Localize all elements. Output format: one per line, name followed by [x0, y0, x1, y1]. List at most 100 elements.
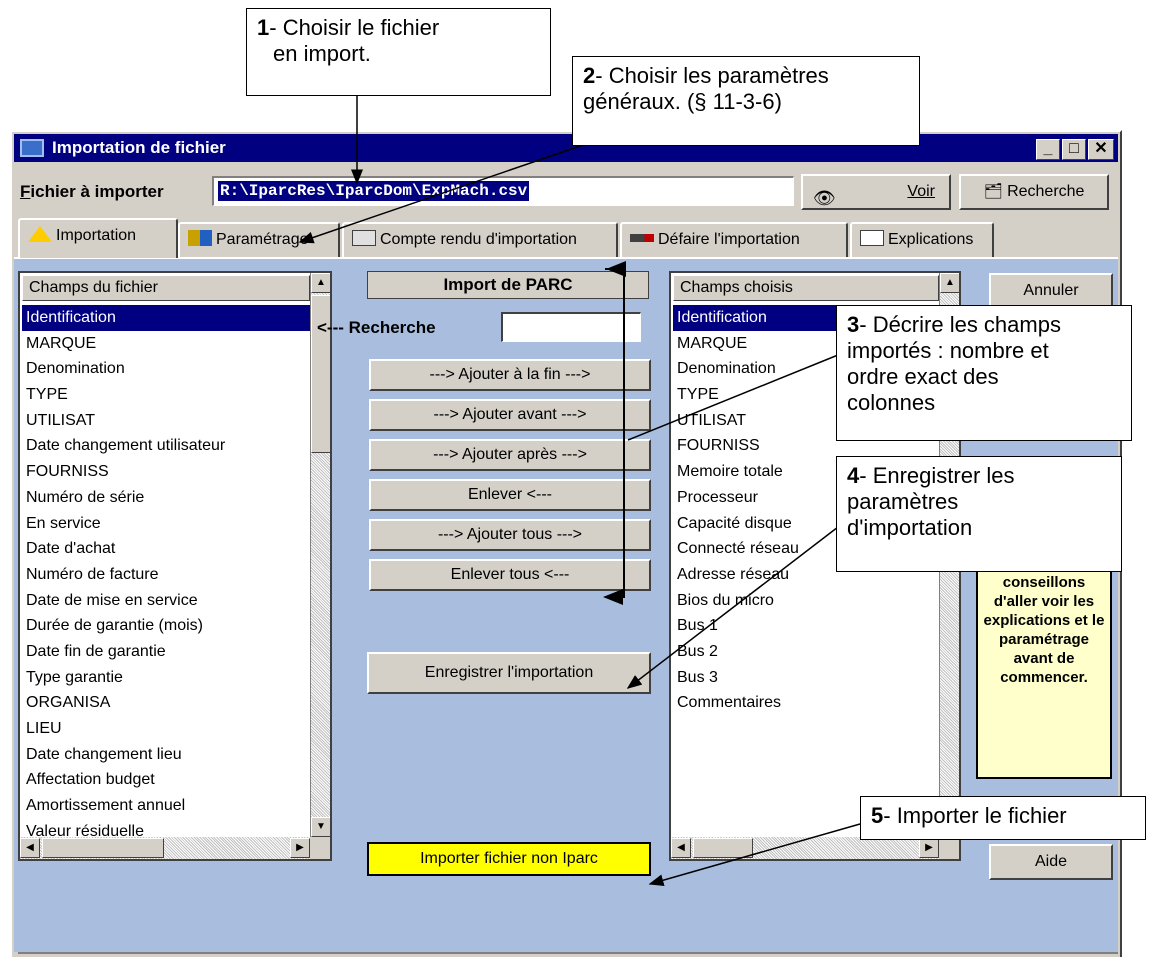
file-path-field[interactable]: R:\IparcRes\IparcDom\ExpMach.csv: [212, 176, 794, 206]
advice-note: Nous vous conseillons d'aller voir les e…: [976, 559, 1112, 779]
left-item[interactable]: TYPE: [22, 382, 310, 408]
scroll-down-arrow-icon[interactable]: ▼: [311, 817, 330, 837]
aide-button[interactable]: Aide: [989, 844, 1113, 880]
recherche-label: Recherche: [1007, 183, 1085, 200]
callout-4-number: 4: [847, 463, 860, 488]
ajouter-apres-button[interactable]: ---> Ajouter après --->: [369, 439, 651, 471]
scroll-corner: [310, 837, 330, 859]
enlever-button[interactable]: Enlever <---: [369, 479, 651, 511]
left-item[interactable]: Denomination: [22, 356, 310, 382]
tab-defaire[interactable]: Défaire l'importation: [620, 222, 848, 258]
left-item[interactable]: Durée de garantie (mois): [22, 613, 310, 639]
left-item[interactable]: Date de mise en service: [22, 588, 310, 614]
import-icon: [28, 226, 52, 242]
left-item[interactable]: MARQUE: [22, 331, 310, 357]
callout-4: 4- Enregistrer les paramètres d'importat…: [836, 456, 1122, 572]
scroll-left-arrow-icon[interactable]: ◀: [671, 838, 691, 858]
left-item[interactable]: ORGANISA: [22, 690, 310, 716]
report-icon: [352, 230, 376, 246]
scroll-right-arrow-icon[interactable]: ▶: [290, 838, 310, 858]
file-label: Fichier à importer: [20, 182, 164, 201]
scroll-corner: [939, 837, 959, 859]
tab-explications[interactable]: Explications: [850, 222, 994, 258]
left-item[interactable]: FOURNISS: [22, 459, 310, 485]
title-bar: Importation de fichier _ □ ✕: [14, 134, 1118, 162]
left-item[interactable]: Date changement utilisateur: [22, 433, 310, 459]
left-item[interactable]: Type garantie: [22, 665, 310, 691]
ajouter-tous-button[interactable]: ---> Ajouter tous --->: [369, 519, 651, 551]
importer-fichier-button[interactable]: Importer fichier non Iparc: [367, 842, 651, 876]
left-item[interactable]: Affectation budget: [22, 767, 310, 793]
right-horizontal-scrollbar[interactable]: ◀ ▶: [671, 837, 939, 859]
left-item[interactable]: Numéro de série: [22, 485, 310, 511]
tab-compte-rendu[interactable]: Compte rendu d'importation: [342, 222, 618, 258]
callout-2-text2: généraux. (§ 11-3-6): [583, 89, 782, 114]
scroll-right-arrow-icon[interactable]: ▶: [919, 838, 939, 858]
status-bar: [18, 952, 1118, 957]
voir-label: Voir: [907, 183, 935, 200]
recherche-button[interactable]: 🗂 Recherche: [959, 174, 1109, 210]
callout-2-number: 2: [583, 63, 596, 88]
recherche-input[interactable]: [501, 312, 641, 342]
enlever-tous-button[interactable]: Enlever tous <---: [369, 559, 651, 591]
callout-5: 5- Importer le fichier: [860, 796, 1146, 840]
left-vertical-scrollbar[interactable]: ▲ ▼: [310, 273, 330, 837]
callout-3-text2: importés : nombre et: [847, 338, 1049, 363]
left-item[interactable]: Numéro de facture: [22, 562, 310, 588]
ajouter-avant-button[interactable]: ---> Ajouter avant --->: [369, 399, 651, 431]
left-item[interactable]: En service: [22, 511, 310, 537]
callout-5-text: - Importer le fichier: [883, 803, 1067, 828]
left-item[interactable]: Amortissement annuel: [22, 793, 310, 819]
tab-importation[interactable]: Importation: [18, 218, 178, 258]
callout-1-text: - Choisir le fichier: [269, 15, 440, 40]
callout-1-text2: en import.: [273, 41, 371, 66]
right-item[interactable]: Bus 2: [673, 639, 939, 665]
right-item[interactable]: Bus 1: [673, 613, 939, 639]
recherche-label: <--- Recherche: [317, 318, 436, 337]
search-file-icon: 🗂: [983, 183, 1003, 200]
chosen-fields-header: Champs choisis: [673, 275, 939, 301]
callout-1: 1- Choisir le fichier en import.: [246, 8, 551, 96]
right-item[interactable]: Bus 3: [673, 665, 939, 691]
right-hscroll-thumb[interactable]: [693, 838, 753, 858]
enregistrer-importation-button[interactable]: Enregistrer l'importation: [367, 652, 651, 694]
minimize-button[interactable]: _: [1036, 139, 1060, 160]
right-item[interactable]: Bios du micro: [673, 588, 939, 614]
right-item[interactable]: Commentaires: [673, 690, 939, 716]
callout-3-text4: colonnes: [847, 390, 936, 415]
maximize-button[interactable]: □: [1062, 139, 1086, 160]
file-fields-list[interactable]: Champs du fichier Identification MARQUE De…: [18, 271, 332, 861]
left-item[interactable]: Date fin de garantie: [22, 639, 310, 665]
left-horizontal-scrollbar[interactable]: ◀ ▶: [20, 837, 310, 859]
callout-4-text2: paramètres: [847, 489, 959, 514]
file-path-value: R:\IparcRes\IparcDom\ExpMach.csv: [218, 181, 530, 201]
voir-button[interactable]: 👁 Voir: [801, 174, 951, 210]
tab-parametrage[interactable]: Paramétrage: [178, 222, 340, 258]
callout-2-text: - Choisir les paramètres: [595, 63, 829, 88]
app-icon: [20, 139, 44, 157]
advice-note-text: conseillons d'aller voir les explication…: [983, 574, 1105, 686]
tab-importation-label: Importation: [56, 227, 137, 244]
scroll-up-arrow-icon[interactable]: ▲: [311, 273, 330, 293]
eye-icon: 👁: [813, 188, 836, 208]
annuler-button[interactable]: Annuler: [989, 273, 1113, 309]
left-item[interactable]: Identification: [22, 305, 310, 331]
window-title: Importation de fichier: [52, 138, 226, 157]
callout-4-text3: d'importation: [847, 515, 973, 540]
left-item[interactable]: Date changement lieu: [22, 742, 310, 768]
scroll-left-arrow-icon[interactable]: ◀: [20, 838, 40, 858]
scroll-up-arrow-icon[interactable]: ▲: [940, 273, 959, 293]
close-button[interactable]: ✕: [1088, 139, 1114, 160]
import-parc-title: Import de PARC: [367, 271, 649, 299]
left-hscroll-thumb[interactable]: [42, 838, 164, 858]
left-item[interactable]: UTILISAT: [22, 408, 310, 434]
tab-compte-rendu-label: Compte rendu d'importation: [380, 231, 577, 248]
left-item[interactable]: Date d'achat: [22, 536, 310, 562]
callout-4-text: - Enregistrer les: [859, 463, 1015, 488]
left-item[interactable]: LIEU: [22, 716, 310, 742]
tab-defaire-label: Défaire l'importation: [658, 231, 800, 248]
callout-3-text3: ordre exact des: [847, 364, 999, 389]
ajouter-fin-button[interactable]: ---> Ajouter à la fin --->: [369, 359, 651, 391]
tab-parametrage-label: Paramétrage: [216, 231, 309, 248]
undo-icon: [630, 234, 654, 242]
